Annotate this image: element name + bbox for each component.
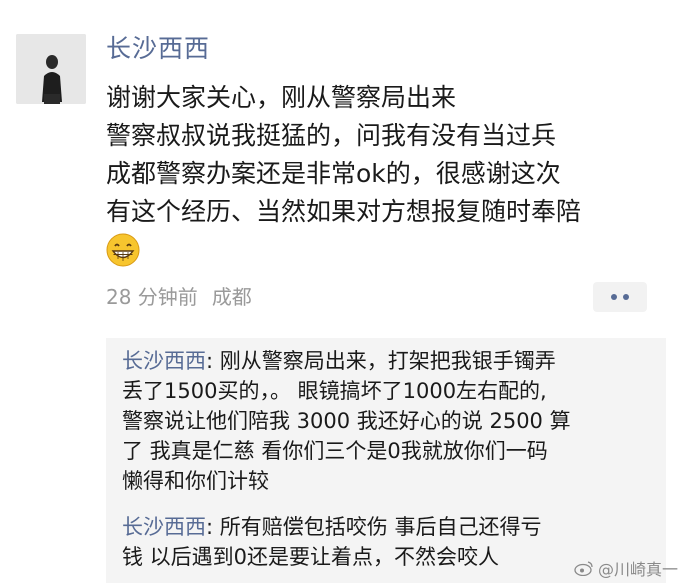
watermark: @川崎真一 bbox=[574, 556, 678, 580]
post-line: 有这个经历、当然如果对方想报复随时奉陪 bbox=[106, 197, 582, 226]
avatar-photo bbox=[16, 34, 86, 104]
comment-separator: : bbox=[206, 515, 220, 539]
comment-line: 懒得和你们计较 bbox=[122, 469, 269, 493]
comment-line: 长沙西西: 所有赔偿包括咬伤 事后自己还得亏 bbox=[122, 512, 652, 542]
post-meta: 28 分钟前 成都 bbox=[106, 282, 252, 312]
comment-item[interactable]: 长沙西西: 所有赔偿包括咬伤 事后自己还得亏 钱 以后遇到0还是要让着点，不然会… bbox=[122, 512, 652, 572]
comment-line: 警察说让他们陪我 3000 我还好心的说 2500 算 bbox=[122, 409, 571, 433]
comment-line: 钱 以后遇到0还是要让着点，不然会咬人 bbox=[122, 545, 500, 569]
comment-item[interactable]: 长沙西西: 刚从警察局出来，打架把我银手镯弄 丢了1500买的，。 眼镜搞坏了1… bbox=[122, 346, 652, 496]
watermark-text: @川崎真一 bbox=[598, 560, 679, 579]
post-time: 28 分钟前 bbox=[106, 285, 198, 309]
grinning-face-icon bbox=[106, 233, 140, 267]
dot-icon bbox=[623, 294, 629, 300]
comment-line: 了 我真是仁慈 看你们三个是0我就放你们一码 bbox=[122, 439, 548, 463]
comment-line: 长沙西西: 刚从警察局出来，打架把我银手镯弄 bbox=[122, 346, 652, 376]
comment-author[interactable]: 长沙西西 bbox=[122, 515, 206, 539]
post-location[interactable]: 成都 bbox=[212, 285, 252, 309]
avatar[interactable] bbox=[16, 34, 86, 104]
post-author[interactable]: 长沙西西 bbox=[106, 32, 210, 66]
comment-text: 所有赔偿包括咬伤 事后自己还得亏 bbox=[219, 515, 542, 539]
post-line: 谢谢大家关心，刚从警察局出来 bbox=[106, 83, 457, 112]
comment-author[interactable]: 长沙西西 bbox=[122, 349, 206, 373]
comment-line: 丢了1500买的，。 眼镜搞坏了1000左右配的, bbox=[122, 379, 547, 403]
post-content: 谢谢大家关心，刚从警察局出来 警察叔叔说我挺猛的，问我有没有当过兵 成都警察办案… bbox=[106, 79, 676, 231]
weibo-icon bbox=[574, 561, 593, 576]
more-actions-button[interactable] bbox=[593, 282, 647, 312]
comment-separator: : bbox=[206, 349, 220, 373]
post-line: 成都警察办案还是非常ok的，很感谢这次 bbox=[106, 159, 561, 188]
post-line: 警察叔叔说我挺猛的，问我有没有当过兵 bbox=[106, 121, 557, 150]
dot-icon bbox=[611, 294, 617, 300]
comment-text: 刚从警察局出来，打架把我银手镯弄 bbox=[219, 349, 556, 373]
comment-section: 长沙西西: 刚从警察局出来，打架把我银手镯弄 丢了1500买的，。 眼镜搞坏了1… bbox=[106, 338, 666, 583]
